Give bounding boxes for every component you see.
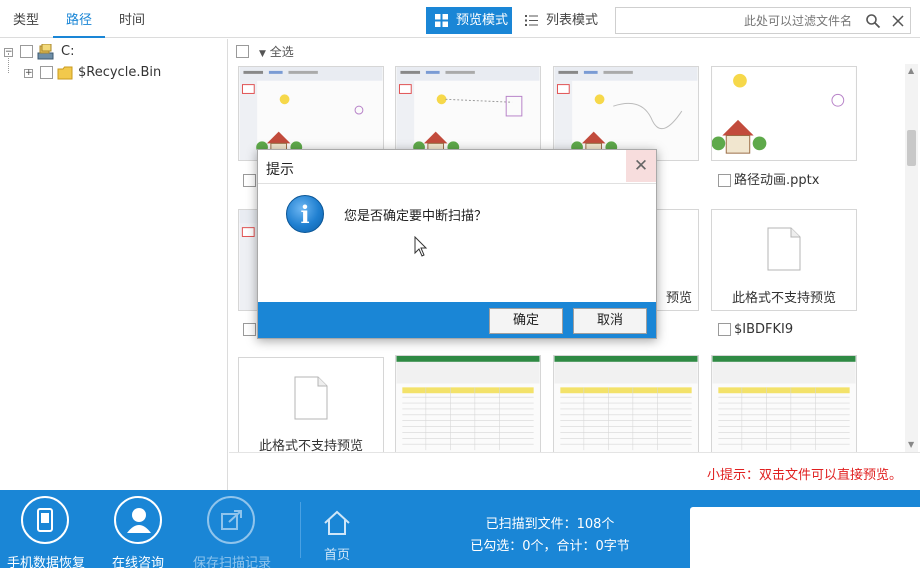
tree-item-label: $Recycle.Bin bbox=[78, 65, 162, 80]
file-thumbnail[interactable] bbox=[238, 66, 384, 161]
select-all-text: 全选 bbox=[269, 45, 294, 59]
folder-icon bbox=[57, 66, 73, 80]
home-button[interactable]: 首页 bbox=[316, 510, 358, 563]
list-mode-button[interactable]: 列表模式 bbox=[516, 7, 606, 34]
scroll-up-icon[interactable]: ▲ bbox=[908, 66, 914, 75]
tree-item-label: C: bbox=[61, 44, 75, 59]
bottom-bar: 手机数据恢复 在线咨询 保存扫描记录 首页 已扫描到文件：108个 已勾选：0个… bbox=[0, 490, 920, 571]
tab-path[interactable]: 路径 bbox=[53, 0, 105, 38]
mouse-cursor-icon bbox=[414, 236, 428, 257]
dropdown-arrow-icon: ▼ bbox=[259, 49, 266, 59]
vertical-scrollbar[interactable]: ▲ ▼ bbox=[905, 64, 918, 452]
folder-tree: − C: + $Recycle.Bin bbox=[0, 39, 228, 490]
file-checkbox[interactable] bbox=[718, 174, 731, 187]
ppt-slide-preview bbox=[712, 67, 856, 160]
info-icon: i bbox=[286, 195, 324, 233]
cancel-button[interactable]: 取消 bbox=[573, 308, 647, 334]
phone-icon bbox=[37, 508, 53, 532]
spreadsheet-preview bbox=[712, 356, 856, 452]
dialog-message: 您是否确定要中断扫描？ bbox=[344, 209, 488, 224]
tree-item-recycle-bin[interactable]: + $Recycle.Bin bbox=[24, 64, 224, 82]
file-thumbnail[interactable] bbox=[395, 66, 541, 161]
dialog-titlebar: 提示 ✕ bbox=[258, 150, 656, 184]
phone-recovery-button[interactable]: 手机数据恢复 bbox=[7, 496, 86, 571]
spreadsheet-preview bbox=[554, 356, 698, 452]
select-all-label[interactable]: ▼ 全选 bbox=[259, 43, 294, 60]
file-checkbox[interactable] bbox=[718, 323, 731, 336]
search-icon[interactable] bbox=[865, 13, 881, 29]
divider bbox=[300, 502, 301, 558]
preview-mode-button[interactable]: 预览模式 bbox=[426, 7, 512, 34]
save-scan-record-button[interactable]: 保存扫描记录 bbox=[193, 496, 272, 571]
tab-type[interactable]: 类型 bbox=[13, 0, 39, 38]
file-thumbnail[interactable] bbox=[553, 355, 699, 452]
list-icon bbox=[525, 15, 538, 26]
export-icon bbox=[221, 510, 242, 530]
file-thumbnail-no-preview[interactable]: 此格式不支持预览 bbox=[238, 357, 384, 452]
no-preview-label: 此格式不支持预览 bbox=[731, 291, 836, 306]
tip-bar: 小提示：双击文件可以直接预览。 bbox=[229, 452, 920, 490]
file-thumbnail[interactable] bbox=[553, 66, 699, 161]
blank-document-icon bbox=[767, 227, 801, 271]
user-icon bbox=[127, 508, 151, 533]
home-icon bbox=[324, 510, 350, 535]
file-name: $IBDFKI9 bbox=[734, 322, 794, 337]
file-checkbox[interactable] bbox=[243, 323, 256, 336]
filter-search-box bbox=[615, 7, 911, 34]
list-mode-label: 列表模式 bbox=[546, 13, 599, 28]
online-consult-button[interactable]: 在线咨询 bbox=[100, 496, 176, 571]
file-checkbox[interactable] bbox=[243, 174, 256, 187]
scroll-down-icon[interactable]: ▼ bbox=[908, 440, 914, 449]
ppt-slide-preview bbox=[554, 67, 698, 160]
preview-mode-label: 预览模式 bbox=[456, 13, 509, 28]
clear-icon[interactable] bbox=[890, 13, 906, 29]
preview-tip: 小提示：双击文件可以直接预览。 bbox=[706, 468, 902, 483]
selected-summary: 已勾选：0个，合计：0字节 bbox=[470, 539, 630, 554]
tree-checkbox[interactable] bbox=[20, 45, 33, 58]
tree-checkbox[interactable] bbox=[40, 66, 53, 79]
home-label: 首页 bbox=[323, 548, 350, 563]
ppt-slide-preview bbox=[396, 67, 540, 160]
dialog-title: 提示 bbox=[266, 162, 294, 178]
tab-time[interactable]: 时间 bbox=[119, 0, 145, 38]
blank-document-icon bbox=[294, 376, 328, 420]
file-thumbnail-no-preview[interactable]: 此格式不支持预览 bbox=[711, 209, 857, 311]
scroll-thumb[interactable] bbox=[907, 130, 916, 166]
spreadsheet-preview bbox=[396, 356, 540, 452]
ppt-slide-preview bbox=[239, 67, 383, 160]
select-all-checkbox[interactable] bbox=[236, 45, 249, 58]
close-icon[interactable]: ✕ bbox=[626, 150, 656, 182]
select-all-bar: ▼ 全选 bbox=[229, 39, 920, 65]
top-toolbar: 类型 路径 时间 预览模式 列表模式 bbox=[0, 0, 920, 38]
button-label: 手机数据恢复 bbox=[7, 556, 86, 571]
file-name: 路径动画.pptx bbox=[734, 173, 820, 188]
dialog-footer: 确定 取消 bbox=[258, 302, 656, 338]
file-thumbnail[interactable] bbox=[711, 355, 857, 452]
button-label: 在线咨询 bbox=[111, 556, 164, 571]
file-thumbnail[interactable] bbox=[395, 355, 541, 452]
expand-icon[interactable]: + bbox=[24, 69, 33, 78]
file-thumbnail[interactable] bbox=[711, 66, 857, 161]
drive-icon bbox=[37, 44, 54, 60]
tree-line bbox=[8, 53, 9, 73]
scan-stats: 已扫描到文件：108个 已勾选：0个，合计：0字节 bbox=[420, 514, 680, 558]
filter-input[interactable] bbox=[622, 11, 852, 30]
confirm-dialog: 提示 ✕ i 您是否确定要中断扫描？ 确定 取消 bbox=[257, 149, 657, 339]
tree-item-c-drive[interactable]: − C: bbox=[4, 43, 204, 61]
scanned-count: 已扫描到文件：108个 bbox=[485, 517, 615, 532]
action-panel bbox=[690, 507, 920, 568]
no-preview-label: 此格式不支持预览 bbox=[258, 439, 363, 452]
ok-button[interactable]: 确定 bbox=[489, 308, 563, 334]
grid-icon bbox=[435, 14, 448, 27]
button-label: 保存扫描记录 bbox=[193, 556, 272, 571]
